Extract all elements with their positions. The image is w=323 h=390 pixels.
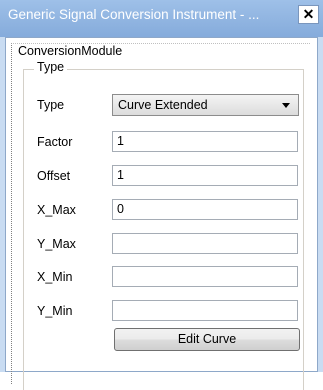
y-min-field[interactable] bbox=[112, 300, 298, 321]
edit-curve-button[interactable]: Edit Curve bbox=[114, 328, 300, 351]
x-min-label: X_Min bbox=[37, 270, 73, 284]
factor-label: Factor bbox=[37, 135, 73, 149]
type-dropdown[interactable]: Curve Extended bbox=[112, 94, 299, 116]
x-max-field[interactable]: 0 bbox=[112, 199, 298, 220]
app-window: Generic Signal Conversion Instrument - .… bbox=[0, 0, 323, 390]
y-max-label: Y_Max bbox=[37, 237, 76, 251]
y-min-label: Y_Min bbox=[37, 304, 73, 318]
groupbox-title: Type bbox=[34, 60, 68, 74]
close-button[interactable]: ✕ bbox=[298, 5, 319, 24]
x-max-label: X_Max bbox=[37, 203, 76, 217]
module-label: ConversionModule bbox=[18, 44, 123, 58]
chevron-down-icon bbox=[282, 103, 290, 108]
title-bar[interactable]: Generic Signal Conversion Instrument - .… bbox=[0, 0, 323, 37]
client-area: ConversionModule Type Type Curve Extende… bbox=[5, 37, 318, 390]
x-min-field[interactable] bbox=[112, 266, 298, 287]
offset-field[interactable]: 1 bbox=[112, 165, 298, 186]
y-max-field[interactable] bbox=[112, 233, 298, 254]
type-label: Type bbox=[37, 98, 65, 112]
factor-field[interactable]: 1 bbox=[112, 131, 298, 152]
window-title: Generic Signal Conversion Instrument - .… bbox=[8, 7, 260, 22]
type-dropdown-value: Curve Extended bbox=[118, 98, 208, 112]
close-icon: ✕ bbox=[302, 6, 315, 22]
offset-label: Offset bbox=[37, 169, 71, 183]
